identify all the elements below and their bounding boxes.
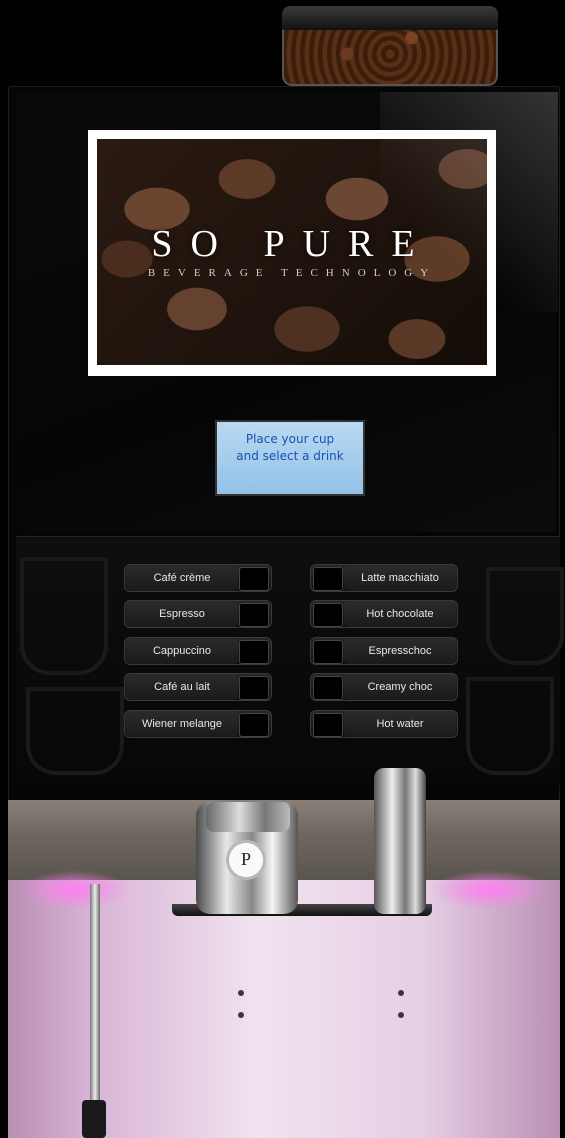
drink-key[interactable] (313, 640, 343, 664)
drink-key[interactable] (313, 567, 343, 591)
milk-spout (374, 768, 426, 914)
cup-decoration-icon (20, 557, 108, 675)
screw-hole (238, 990, 244, 996)
drink-key[interactable] (239, 713, 269, 737)
coffee-spout-top (206, 802, 290, 832)
drink-button-cafe-au-lait[interactable]: Café au lait (124, 673, 272, 701)
brand-badge-icon: P (226, 840, 266, 880)
drink-button-wiener-melange[interactable]: Wiener melange (124, 710, 272, 738)
cup-decoration-icon (26, 687, 124, 775)
drink-label: Creamy choc (344, 674, 456, 700)
drink-label: Espresschoc (344, 638, 456, 664)
drink-key[interactable] (239, 603, 269, 627)
lcd-message-line2: and select a drink (236, 449, 344, 463)
drink-label: Cappuccino (126, 638, 238, 664)
glass-glare (380, 92, 558, 312)
cup-decoration-icon (486, 567, 564, 665)
drink-button-espresschoc[interactable]: Espresschoc (310, 637, 458, 665)
screw-hole (238, 1012, 244, 1018)
drink-label: Café crème (126, 565, 238, 591)
hopper-lid (282, 6, 498, 30)
drink-label: Hot water (344, 711, 456, 737)
drink-button-espresso[interactable]: Espresso (124, 600, 272, 628)
drink-key[interactable] (313, 676, 343, 700)
drink-label: Wiener melange (126, 711, 238, 737)
drink-key[interactable] (313, 713, 343, 737)
drink-key[interactable] (313, 603, 343, 627)
drink-key[interactable] (239, 567, 269, 591)
drink-button-hot-chocolate[interactable]: Hot chocolate (310, 600, 458, 628)
drink-button-cappuccino[interactable]: Cappuccino (124, 637, 272, 665)
drink-key[interactable] (239, 640, 269, 664)
drink-label: Hot chocolate (344, 601, 456, 627)
drink-label: Espresso (126, 601, 238, 627)
hot-water-pipe (90, 884, 100, 1104)
lcd-display: Place your cup and select a drink (215, 420, 365, 496)
drink-button-creamy-choc[interactable]: Creamy choc (310, 673, 458, 701)
lcd-message-line1: Place your cup (245, 432, 335, 446)
drink-button-hot-water[interactable]: Hot water (310, 710, 458, 738)
drink-key[interactable] (239, 676, 269, 700)
drink-button-cafe-creme[interactable]: Café crème (124, 564, 272, 592)
screw-hole (398, 1012, 404, 1018)
pipe-base (82, 1100, 106, 1138)
led-glow (430, 870, 550, 910)
screw-hole (398, 990, 404, 996)
led-glow (20, 870, 130, 910)
drink-label: Café au lait (126, 674, 238, 700)
drink-button-latte-macchiato[interactable]: Latte macchiato (310, 564, 458, 592)
drink-label: Latte macchiato (344, 565, 456, 591)
drink-selection-panel (16, 536, 564, 785)
cup-decoration-icon (466, 677, 554, 775)
